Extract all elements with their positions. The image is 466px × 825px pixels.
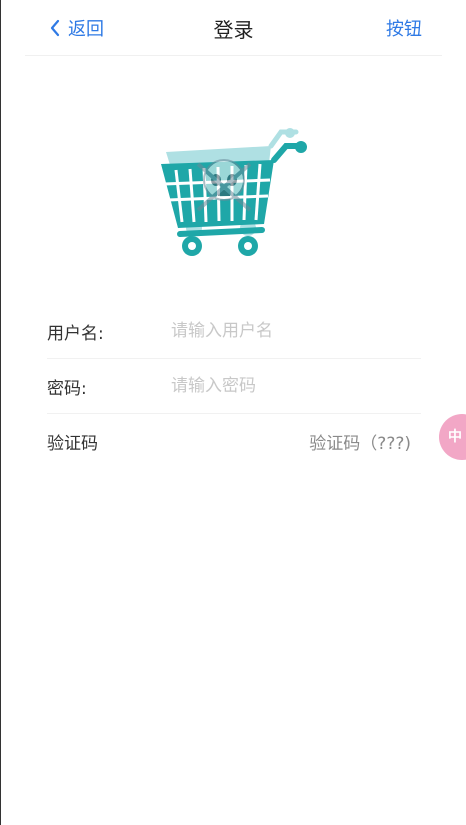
username-label: 用户名: bbox=[47, 323, 104, 344]
password-row: 密码: bbox=[47, 359, 421, 414]
password-label: 密码: bbox=[47, 378, 87, 399]
password-input[interactable] bbox=[169, 375, 393, 397]
login-page: 返回 登录 按钮 用户名: 请输入用户名 密码: 验证码 验证码（???) 中 bbox=[0, 0, 466, 825]
captcha-row: 验证码 验证码（???) bbox=[47, 414, 421, 468]
shopping-cart-icon bbox=[161, 128, 307, 256]
username-input[interactable] bbox=[169, 320, 393, 342]
username-row: 用户名: bbox=[47, 304, 421, 359]
captcha-button[interactable]: 验证码（???) bbox=[309, 429, 411, 454]
page-title: 登录 bbox=[213, 18, 254, 42]
floating-language-badge[interactable]: 中 bbox=[439, 414, 466, 460]
captcha-label: 验证码 bbox=[47, 433, 98, 454]
header-right-button[interactable]: 按钮 bbox=[386, 15, 422, 41]
header-bar: 返回 登录 按钮 bbox=[25, 0, 442, 56]
login-form: 用户名: 密码: 验证码 验证码（???) bbox=[47, 304, 421, 468]
badge-text: 中 bbox=[448, 429, 462, 445]
